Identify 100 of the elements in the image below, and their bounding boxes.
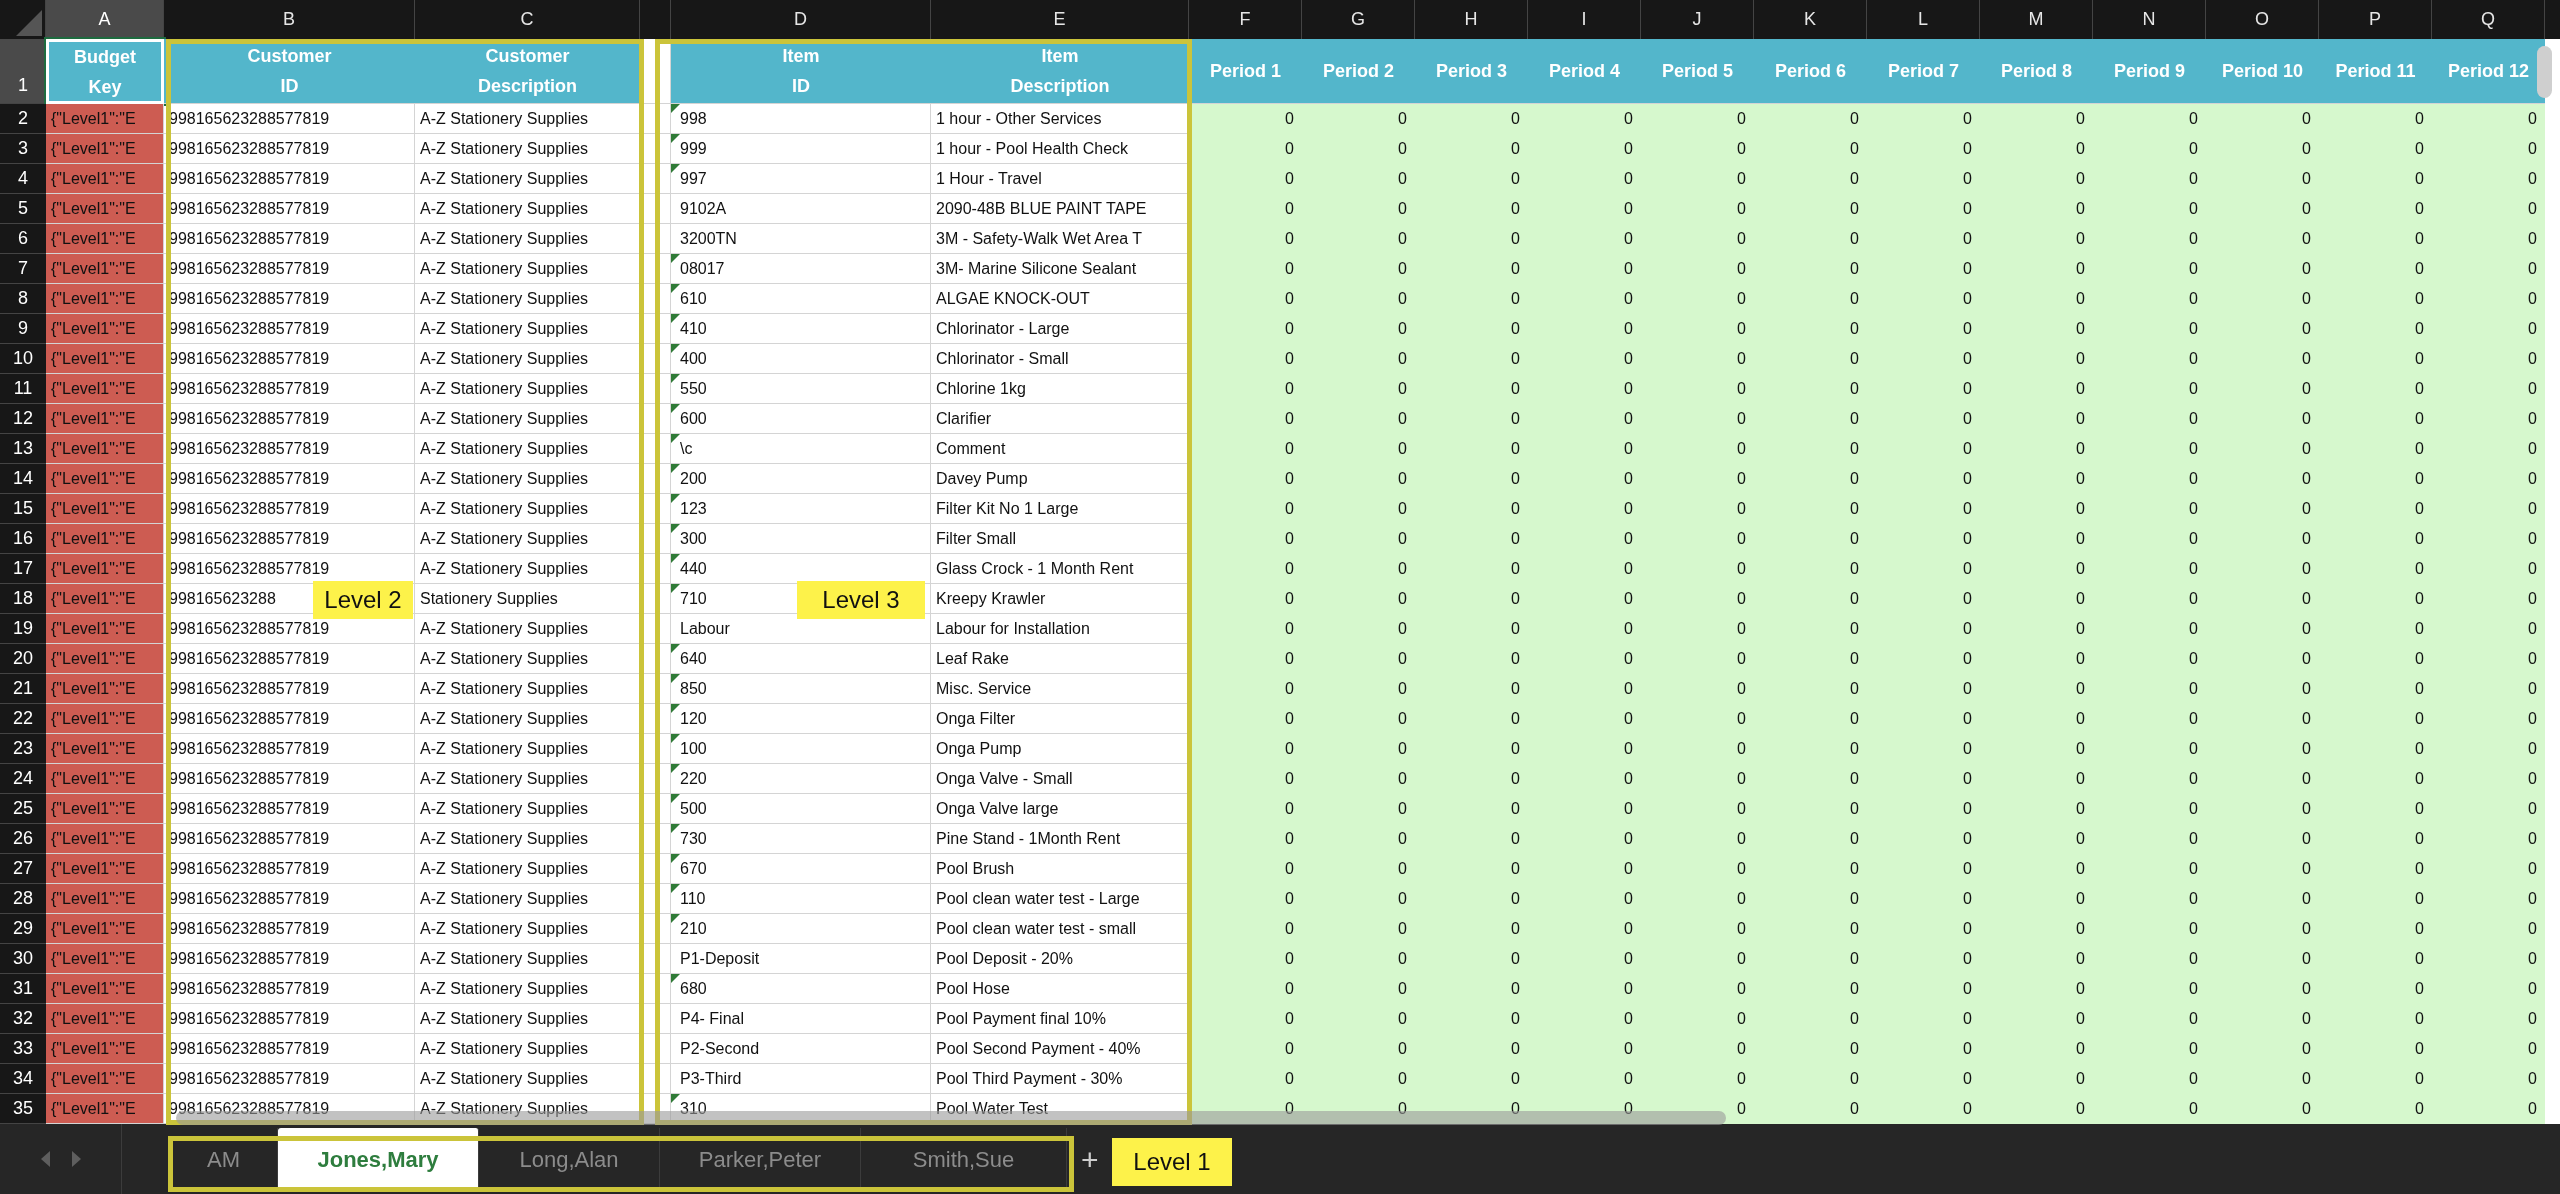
sheet-tab[interactable]: Smith,Sue (861, 1128, 1067, 1190)
header-cell: Period 8 (1980, 39, 2093, 104)
table-cell: 0 (1867, 824, 1980, 854)
row-header[interactable]: 17 (0, 554, 46, 584)
row-header[interactable]: 10 (0, 344, 46, 374)
sheet-tab[interactable]: Long,Alan (479, 1128, 660, 1190)
table-cell: 0 (2093, 614, 2206, 644)
row-header[interactable]: 22 (0, 704, 46, 734)
row-header[interactable]: 24 (0, 764, 46, 794)
row-header[interactable]: 13 (0, 434, 46, 464)
row-header[interactable]: 35 (0, 1094, 46, 1124)
table-cell: 0 (1189, 314, 1302, 344)
table-cell: 0 (2319, 284, 2432, 314)
table-cell: 0 (1415, 914, 1528, 944)
sheet-tab[interactable]: Parker,Peter (660, 1128, 861, 1190)
row-header[interactable]: 33 (0, 1034, 46, 1064)
table-cell: 0 (2206, 284, 2319, 314)
table-cell: 0 (1980, 224, 2093, 254)
table-cell-text: 1 hour - Other Services (935, 108, 1103, 129)
table-cell: 0 (1528, 404, 1641, 434)
row-header[interactable]: 19 (0, 614, 46, 644)
table-cell: 0 (1302, 854, 1415, 884)
row-header[interactable]: 14 (0, 464, 46, 494)
table-cell-text: A-Z Stationery Supplies (419, 438, 590, 459)
table-cell: 0 (1641, 224, 1754, 254)
table-cell: 0 (1641, 194, 1754, 224)
row-header[interactable]: 21 (0, 674, 46, 704)
table-cell-text: A-Z Stationery Supplies (419, 1068, 590, 1089)
table-cell: 0 (1415, 584, 1528, 614)
row-header[interactable]: 8 (0, 284, 46, 314)
row-header[interactable]: 18 (0, 584, 46, 614)
row-header[interactable]: 27 (0, 854, 46, 884)
table-cell: 0 (2206, 254, 2319, 284)
row-header[interactable]: 1 (0, 39, 46, 104)
right-arrow-icon[interactable] (70, 1150, 83, 1168)
header-cell: Period 4 (1528, 39, 1641, 104)
table-cell: 0 (2432, 974, 2545, 1004)
table-cell: 0 (1415, 374, 1528, 404)
table-cell: 0 (1754, 554, 1867, 584)
table-cell: 0 (2093, 434, 2206, 464)
table-cell: {"Level1":"E (46, 224, 163, 253)
table-cell: {"Level1":"E (46, 884, 163, 913)
row-header[interactable]: 28 (0, 884, 46, 914)
table-cell: 0 (1980, 344, 2093, 374)
row-header[interactable]: 3 (0, 134, 46, 164)
table-cell: 0 (1754, 794, 1867, 824)
table-cell: 0 (1867, 914, 1980, 944)
row-header[interactable]: 4 (0, 164, 46, 194)
table-cell-text: A-Z Stationery Supplies (419, 858, 590, 879)
row-header[interactable]: 7 (0, 254, 46, 284)
row-header[interactable]: 6 (0, 224, 46, 254)
row-header[interactable]: 2 (0, 104, 46, 134)
row-header[interactable]: 30 (0, 944, 46, 974)
table-cell: 0 (1302, 914, 1415, 944)
table-cell-text: 998165623288577819 (168, 288, 331, 309)
header-cell: Period 2 (1302, 39, 1415, 104)
table-cell-text: 998165623288577819 (168, 708, 331, 729)
table-cell-text: Stationery Supplies (419, 588, 559, 609)
vertical-scrollbar-thumb[interactable] (2537, 46, 2552, 98)
table-cell: 0 (1528, 944, 1641, 974)
row-header[interactable]: 26 (0, 824, 46, 854)
row-header[interactable]: 20 (0, 644, 46, 674)
table-cell: 0 (1415, 404, 1528, 434)
row-header[interactable]: 9 (0, 314, 46, 344)
table-cell: 0 (1302, 974, 1415, 1004)
row-header[interactable]: 34 (0, 1064, 46, 1094)
table-cell-text: A-Z Stationery Supplies (419, 768, 590, 789)
row-header[interactable]: 11 (0, 374, 46, 404)
table-cell: 0 (1528, 284, 1641, 314)
table-cell-text: Chlorine 1kg (935, 378, 1027, 399)
corner-triangle-icon (16, 10, 42, 36)
table-cell: 0 (2206, 404, 2319, 434)
table-cell: 0 (2319, 314, 2432, 344)
table-cell: 0 (2206, 134, 2319, 164)
table-cell-text: Pool Hose (935, 978, 1011, 999)
row-header[interactable]: 29 (0, 914, 46, 944)
table-cell: 0 (2432, 884, 2545, 914)
row-header[interactable]: 5 (0, 194, 46, 224)
table-cell: 0 (1528, 374, 1641, 404)
row-header[interactable]: 16 (0, 524, 46, 554)
table-cell: {"Level1":"E (46, 464, 163, 493)
table-cell: 0 (1189, 254, 1302, 284)
table-cell: 0 (1641, 374, 1754, 404)
column-header[interactable]: A (46, 0, 164, 39)
row-header[interactable]: 31 (0, 974, 46, 1004)
table-cell: 0 (2319, 944, 2432, 974)
row-header[interactable]: 23 (0, 734, 46, 764)
table-cell: 0 (1754, 734, 1867, 764)
table-cell: 0 (1415, 944, 1528, 974)
table-cell: 0 (1302, 194, 1415, 224)
row-header[interactable]: 15 (0, 494, 46, 524)
row-header[interactable]: 12 (0, 404, 46, 434)
row-header[interactable]: 25 (0, 794, 46, 824)
table-cell: 0 (1867, 884, 1980, 914)
table-cell: 0 (2093, 194, 2206, 224)
table-cell-text: A-Z Stationery Supplies (419, 528, 590, 549)
row-header[interactable]: 32 (0, 1004, 46, 1034)
table-cell: 0 (1641, 134, 1754, 164)
add-sheet-button[interactable]: + (1077, 1124, 1103, 1194)
table-cell: 0 (1980, 314, 2093, 344)
